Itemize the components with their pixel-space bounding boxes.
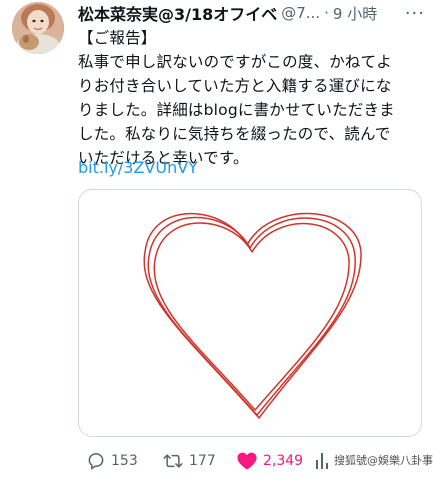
display-name[interactable]: 松本菜奈実@3/18オフイベ — [78, 1, 277, 25]
tweet-timestamp[interactable]: 9 小時 — [333, 3, 377, 24]
tweet-media-image[interactable] — [78, 189, 422, 437]
reply-icon — [88, 453, 104, 470]
tweet-text-line: した。私なりに気持ちを綴ったので、読んで — [78, 125, 391, 143]
more-options-icon[interactable]: ··· — [399, 3, 425, 24]
views-bar-chart-icon — [316, 453, 328, 469]
tweet-text-line: 【ご報告】 — [78, 29, 157, 47]
tweet-text-line: 私事で申し訳ないのですがこの度、かねてよ — [78, 53, 393, 71]
tweet-header: 松本菜奈実@3/18オフイベ @7... · 9 小時 ··· — [78, 1, 425, 25]
tweet-text-line: りました。詳細はblogに書かせていただきま — [78, 101, 395, 119]
tweet-body: 【ご報告】 私事で申し訳ないのですがこの度、かねてよ りお付き合いしていた方と入… — [78, 26, 424, 170]
heart-filled-icon — [237, 452, 257, 470]
avatar[interactable] — [12, 2, 64, 54]
retweet-count: 177 — [189, 453, 216, 469]
like-button[interactable]: 2,349 — [236, 446, 303, 476]
like-count: 2,349 — [263, 453, 304, 469]
tweet-link[interactable]: bit.ly/3ZVUnVY — [78, 158, 198, 177]
heart-drawing-icon — [143, 212, 362, 419]
tweet-text-line: りお付き合いしていた方と入籍する運びにな — [78, 77, 392, 95]
retweet-icon — [163, 454, 183, 468]
watermark: 搜狐號@娛樂八卦事 — [334, 454, 433, 467]
avatar-photo — [12, 2, 64, 54]
header-separator: · — [324, 4, 329, 22]
retweet-button[interactable]: 177 — [162, 446, 216, 476]
reply-button[interactable]: 153 — [86, 446, 138, 476]
user-handle[interactable]: @7... — [281, 4, 320, 22]
reply-count: 153 — [111, 453, 138, 469]
tweet[interactable]: 松本菜奈実@3/18オフイベ @7... · 9 小時 ··· 【ご報告】 私事… — [0, 0, 433, 480]
